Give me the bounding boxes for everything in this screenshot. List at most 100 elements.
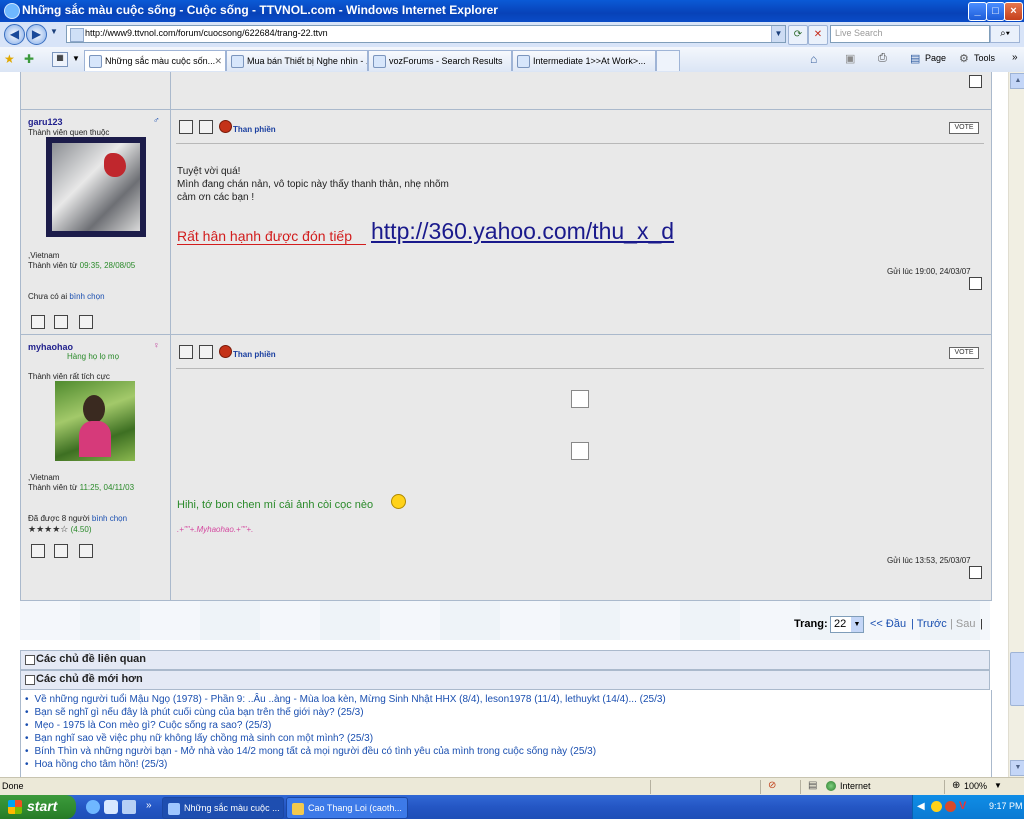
- new-tab-button[interactable]: [656, 50, 680, 71]
- complain-link[interactable]: Than phiền: [233, 125, 276, 134]
- avatar-image: [52, 143, 140, 231]
- ie-quicklaunch-icon[interactable]: [86, 800, 100, 814]
- vote-link[interactable]: bình chọn: [69, 292, 104, 301]
- search-icon[interactable]: ⌕▾: [990, 25, 1020, 43]
- tray-security-icon[interactable]: [945, 801, 956, 812]
- page-menu[interactable]: Page: [925, 53, 946, 63]
- vertical-scrollbar[interactable]: ▲ ▼: [1008, 72, 1024, 777]
- tab-intermediate[interactable]: Intermediate 1>>At Work>...: [512, 50, 656, 71]
- member-since-date: 09:35, 28/08/05: [79, 261, 136, 270]
- home-icon[interactable]: ⌂: [810, 52, 817, 66]
- scrollbar-thumb[interactable]: [1010, 652, 1024, 706]
- status-bar: Done ⊘ ▤ Internet ⊕ 100% ▼: [0, 777, 1024, 796]
- page-select[interactable]: 22 ▼: [830, 616, 864, 633]
- vote-link[interactable]: bình chọn: [92, 514, 127, 523]
- list-item[interactable]: Bạn sẽ nghĩ gì nếu đây là phút cuối cùng…: [25, 707, 364, 718]
- quote-icon[interactable]: [969, 566, 982, 579]
- start-button[interactable]: start: [0, 795, 76, 819]
- search-input[interactable]: Live Search: [830, 25, 990, 43]
- complain-icon[interactable]: [219, 345, 232, 358]
- zoom-dropdown-icon[interactable]: ▼: [994, 781, 1002, 790]
- tab-list-dropdown-icon[interactable]: ▼: [72, 54, 80, 63]
- maximize-button[interactable]: □: [986, 2, 1005, 21]
- forward-button[interactable]: ▶: [26, 24, 47, 45]
- back-button[interactable]: ◀: [4, 24, 25, 45]
- complain-icon[interactable]: [219, 120, 232, 133]
- feeds-icon[interactable]: ▣: [845, 52, 855, 65]
- taskbar-item-chat[interactable]: Cao Thang Loi (caoth...: [286, 797, 408, 819]
- tab-close-icon[interactable]: ✕: [214, 51, 222, 71]
- refresh-icon[interactable]: ⟳: [788, 25, 808, 45]
- taskbar-item-ie[interactable]: Những sắc màu cuộc ...: [162, 797, 284, 819]
- avatar-rooster-comb: [104, 153, 126, 177]
- tab-nhung-sac-mau[interactable]: Những sắc màu cuộc sốn... ✕: [84, 50, 226, 71]
- user-location: ,Vietnam: [28, 473, 60, 482]
- profile-icon[interactable]: [31, 315, 45, 329]
- complain-link[interactable]: Than phiền: [233, 350, 276, 359]
- favorites-star-icon[interactable]: ★: [4, 52, 15, 66]
- vote-status-text: Đã được 8 người: [28, 514, 90, 523]
- edit-icon[interactable]: [179, 120, 193, 134]
- list-item[interactable]: Về những người tuổi Mậu Ngọ (1978) - Phầ…: [25, 694, 666, 705]
- home-page-icon[interactable]: [79, 315, 93, 329]
- list-item[interactable]: Bạn nghĩ sao về việc phụ nữ không lấy ch…: [25, 733, 374, 744]
- first-page-link[interactable]: << Đầu: [870, 618, 906, 630]
- message-icon[interactable]: [54, 544, 68, 558]
- address-dropdown-icon[interactable]: ▼: [771, 26, 785, 42]
- scroll-up-icon[interactable]: ▲: [1010, 73, 1024, 89]
- stop-icon[interactable]: ✕: [808, 25, 828, 45]
- ie-page-icon: [231, 55, 244, 69]
- avatar: [55, 381, 135, 461]
- quote-icon[interactable]: [969, 277, 982, 290]
- quote-icon[interactable]: [969, 75, 982, 88]
- zoom-level[interactable]: 100%: [964, 781, 987, 791]
- tab-vozforums[interactable]: vozForums - Search Results: [368, 50, 512, 71]
- vote-button[interactable]: VOTE: [949, 347, 979, 359]
- scroll-down-icon[interactable]: ▼: [1010, 760, 1024, 776]
- avatar-person-head: [83, 395, 105, 423]
- edit-icon[interactable]: [179, 345, 193, 359]
- post-author[interactable]: myhaohao: [28, 342, 73, 352]
- list-item[interactable]: Bính Thìn và những người bạn - Mở nhà và…: [25, 746, 597, 757]
- popup-blocked-icon[interactable]: ⊘: [768, 780, 776, 791]
- media-player-icon[interactable]: [122, 800, 136, 814]
- quick-tabs-icon[interactable]: ▦: [52, 52, 68, 67]
- tray-v-icon[interactable]: V: [959, 800, 966, 812]
- list-item[interactable]: Mẹo - 1975 là Con mèo gì? Cuộc sống ra s…: [25, 720, 272, 731]
- tray-messenger-icon[interactable]: [931, 801, 942, 812]
- expand-icon: [25, 675, 35, 685]
- post-author[interactable]: garu123: [28, 117, 63, 127]
- close-button[interactable]: ×: [1004, 2, 1023, 21]
- start-label: start: [27, 798, 58, 814]
- history-dropdown-icon[interactable]: ▼: [50, 27, 58, 36]
- previous-post: [20, 72, 992, 110]
- profile-icon[interactable]: [31, 544, 45, 558]
- expand-icon: [25, 655, 35, 665]
- print-post-icon[interactable]: [199, 345, 213, 359]
- message-icon[interactable]: [54, 315, 68, 329]
- print-post-icon[interactable]: [199, 120, 213, 134]
- post-divider: [176, 143, 984, 144]
- member-since-date: 11:25, 04/11/03: [79, 483, 135, 492]
- show-desktop-icon[interactable]: [104, 800, 118, 814]
- clock[interactable]: 9:17 PM: [989, 801, 1023, 811]
- yahoo-360-link[interactable]: http://360.yahoo.com/thu_x_d: [371, 218, 674, 245]
- add-favorite-icon[interactable]: ✚: [24, 52, 34, 66]
- list-item[interactable]: Hoa hồng cho tâm hồn! (25/3): [25, 759, 168, 770]
- post-garu123: garu123 ♂ Thành viên quen thuộc ,Vietnam…: [20, 109, 992, 335]
- address-field[interactable]: http://www9.ttvnol.com/forum/cuocsong/62…: [66, 25, 786, 43]
- window-title-bar[interactable]: Những sắc màu cuộc sống - Cuộc sống - TT…: [0, 0, 1024, 22]
- related-topics-header[interactable]: Các chủ đề liên quan: [20, 650, 990, 670]
- print-icon[interactable]: ⎙: [878, 52, 887, 65]
- vote-button[interactable]: VOTE: [949, 122, 979, 134]
- prev-page-link[interactable]: | Trước: [911, 618, 947, 630]
- home-page-icon[interactable]: [79, 544, 93, 558]
- toolbar-overflow-icon[interactable]: »: [1012, 52, 1018, 63]
- tab-mua-ban[interactable]: Mua bán Thiết bị Nghe nhìn - ...: [226, 50, 368, 71]
- tray-expand-icon[interactable]: ◀: [917, 801, 925, 812]
- tools-menu[interactable]: Tools: [974, 53, 995, 63]
- quicklaunch-overflow-icon[interactable]: »: [146, 800, 152, 811]
- newer-topics-header[interactable]: Các chủ đề mới hơn: [20, 670, 990, 690]
- minimize-button[interactable]: _: [968, 2, 987, 21]
- tab-label: vozForums - Search Results: [389, 56, 503, 66]
